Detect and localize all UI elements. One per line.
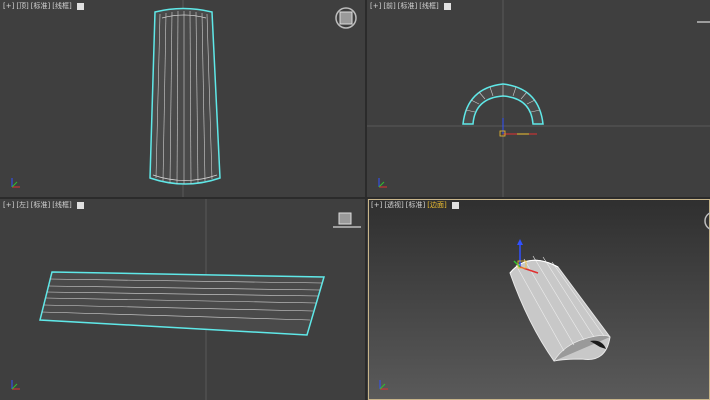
axis-tripod-icon	[378, 178, 387, 188]
viewport-left-canvas	[11, 199, 361, 400]
viewport-perspective-canvas	[379, 212, 710, 390]
viewport-left[interactable]: [+] [左] [标准] [线框]	[0, 199, 365, 400]
viewport-top-canvas	[11, 0, 357, 197]
viewport-perspective[interactable]: [+] [透视] [标准] [边面]	[368, 199, 710, 400]
half-pipe-shaded-object[interactable]	[509, 255, 611, 362]
axis-tripod-icon	[379, 380, 388, 390]
viewcube-icon[interactable]	[335, 7, 357, 29]
viewport-top[interactable]: [+] [顶] [标准] [线框]	[0, 0, 365, 197]
viewport-front-canvas	[367, 0, 710, 197]
half-pipe-object[interactable]	[149, 7, 221, 185]
axis-tripod-icon	[11, 380, 20, 390]
half-pipe-side-object[interactable]	[39, 271, 325, 336]
viewcube-icon[interactable]	[704, 212, 710, 230]
gizmo-icon[interactable]	[499, 118, 537, 137]
viewcube-icon[interactable]	[333, 212, 361, 228]
axis-tripod-icon	[11, 178, 20, 188]
viewport-front[interactable]: [+] [前] [标准] [线框]	[367, 0, 710, 197]
